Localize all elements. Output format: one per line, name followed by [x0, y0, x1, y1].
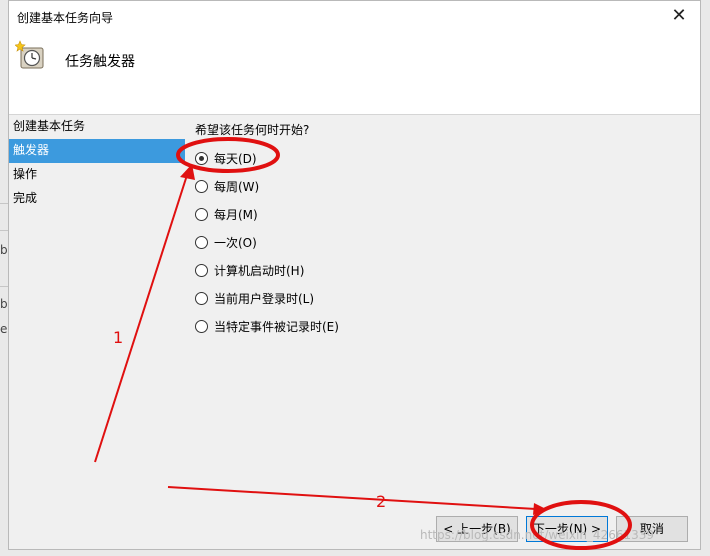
radio-label: 计算机启动时(H) — [214, 263, 305, 278]
radio-option-daily[interactable]: 每天(D) — [195, 144, 339, 172]
radio-button[interactable] — [195, 151, 208, 165]
radio-option-weekly[interactable]: 每周(W) — [195, 172, 339, 200]
radio-button[interactable] — [195, 207, 208, 221]
radio-option-logon[interactable]: 当前用户登录时(L) — [195, 284, 339, 312]
radio-label: 当特定事件被记录时(E) — [214, 319, 339, 334]
question-label: 希望该任务何时开始? — [195, 123, 310, 137]
radio-button[interactable] — [195, 319, 208, 333]
nav-step-finish[interactable]: 完成 — [9, 187, 185, 211]
radio-button[interactable] — [195, 235, 208, 249]
trigger-options: 希望该任务何时开始? 每天(D) 每周(W) 每月(M) 一次(O) 计算机启动… — [195, 121, 339, 340]
radio-label: 一次(O) — [214, 235, 257, 250]
background-window-strip: b b e — [0, 0, 8, 556]
nav-step-create-basic-task[interactable]: 创建基本任务 — [9, 115, 185, 139]
close-icon[interactable]: ✕ — [658, 1, 700, 31]
task-clock-icon — [15, 40, 44, 69]
radio-label: 每天(D) — [214, 151, 257, 166]
radio-label: 当前用户登录时(L) — [214, 291, 315, 306]
radio-label: 每周(W) — [214, 179, 260, 194]
background-text: b — [0, 243, 8, 257]
title-bar[interactable]: 创建基本任务向导 ✕ — [9, 1, 700, 31]
wizard-steps-nav: 创建基本任务 触发器 操作 完成 — [9, 115, 185, 211]
window-title: 创建基本任务向导 — [17, 11, 114, 25]
radio-option-monthly[interactable]: 每月(M) — [195, 200, 339, 228]
radio-option-once[interactable]: 一次(O) — [195, 228, 339, 256]
task-wizard-dialog: 创建基本任务向导 ✕ 任务触发器 创建基本任务 触发器 操作 完成 希望该任务何… — [8, 0, 701, 550]
watermark: https://blog.csdn.net/weixin_42661339 — [420, 528, 655, 542]
wizard-header: 任务触发器 — [9, 31, 700, 115]
radio-option-event[interactable]: 当特定事件被记录时(E) — [195, 312, 339, 340]
background-divider — [0, 203, 8, 204]
nav-step-trigger[interactable]: 触发器 — [9, 139, 185, 163]
page-title: 任务触发器 — [65, 54, 135, 70]
background-divider — [0, 286, 8, 287]
background-text: e — [0, 322, 8, 336]
background-divider — [0, 230, 8, 231]
background-text: b — [0, 297, 8, 311]
radio-button[interactable] — [195, 263, 208, 277]
radio-label: 每月(M) — [214, 207, 258, 222]
nav-step-action[interactable]: 操作 — [9, 163, 185, 187]
radio-button[interactable] — [195, 179, 208, 193]
radio-button[interactable] — [195, 291, 208, 305]
radio-option-startup[interactable]: 计算机启动时(H) — [195, 256, 339, 284]
